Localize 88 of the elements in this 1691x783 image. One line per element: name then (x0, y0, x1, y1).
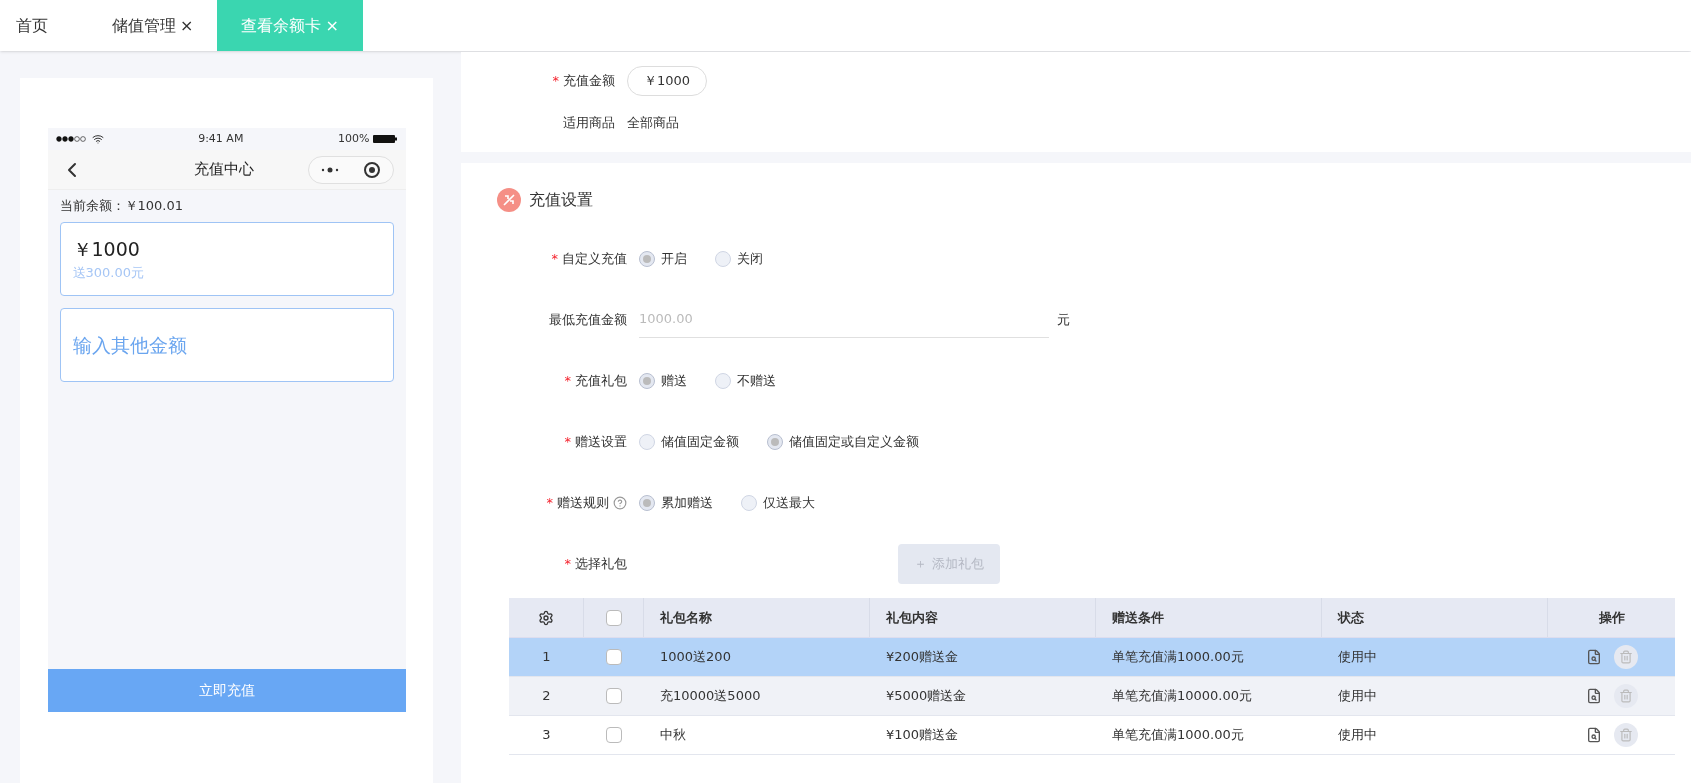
radio-label: 储值固定或自定义金额 (789, 432, 919, 451)
delete-button[interactable] (1613, 684, 1638, 708)
row-checkbox[interactable] (606, 649, 622, 665)
custom-amount-field[interactable]: 输入其他金额 (59, 307, 394, 382)
field-label: 充值金额 (563, 72, 615, 91)
tab[interactable]: 首页 (0, 0, 88, 51)
field-label: 选择礼包 (575, 554, 627, 573)
column-header: 操作 (1597, 608, 1626, 627)
radio-button[interactable] (639, 494, 655, 511)
signal-icon (55, 136, 86, 142)
column-header: 礼包名称 (644, 598, 870, 637)
required-mark: * (546, 493, 553, 512)
section-title: 充值设置 (529, 189, 593, 211)
required-mark: * (552, 72, 559, 91)
field-label: 赠送规则 (557, 493, 609, 512)
table-cell-text: 单笔充值满1000.00元 (1111, 648, 1245, 667)
radio-button[interactable] (639, 372, 655, 389)
field-label: 自定义充值 (562, 249, 627, 268)
amount-option[interactable]: ￥1000 送300.00元 (59, 221, 394, 296)
table-cell-text: 单笔充值满1000.00元 (1111, 726, 1245, 745)
balance-text: 当前余额：￥100.01 (59, 197, 184, 215)
column-header: 赠送条件 (1096, 598, 1322, 637)
unit-label: 元 (1057, 310, 1070, 329)
tab[interactable]: 储值管理 × (88, 0, 218, 51)
row-index: 1 (541, 648, 552, 667)
battery-icon (373, 135, 398, 143)
table-cell-text: 单笔充值满10000.00元 (1111, 687, 1254, 706)
select-all-checkbox[interactable] (605, 609, 622, 626)
view-icon[interactable] (1585, 649, 1602, 665)
table-cell-text: 使用中 (1337, 687, 1378, 706)
delete-button[interactable] (1613, 723, 1638, 747)
settings-icon[interactable] (538, 609, 554, 626)
table-cell-text: ¥200赠送金 (885, 648, 960, 667)
bonus-text: 送300.00元 (72, 264, 145, 282)
amount-field[interactable]: 1000.00 (639, 301, 1049, 338)
table-cell-text: 1000送200 (659, 648, 732, 667)
column-header: 礼包内容 (870, 598, 1096, 637)
radio-label: 开启 (661, 249, 687, 268)
view-icon[interactable] (1585, 727, 1602, 743)
required-mark: * (551, 249, 558, 268)
field-label: 最低充值金额 (549, 310, 627, 329)
radio-label: 仅送最大 (763, 493, 815, 512)
table-row[interactable]: 1 1000送200 ¥200赠送金 单笔充值满1000.00元 使用中 (509, 638, 1675, 677)
radio-button[interactable] (715, 250, 731, 267)
table-row[interactable]: 2 充10000送5000 ¥5000赠送金 单笔充值满10000.00元 使用中 (509, 677, 1675, 716)
radio-button[interactable] (741, 494, 757, 511)
battery-level: 100% (338, 130, 370, 147)
required-mark: * (564, 432, 571, 451)
trash-icon (1618, 650, 1633, 664)
capsule-menu[interactable] (307, 155, 394, 184)
radio-label: 累加赠送 (661, 493, 713, 512)
column-header: 状态 (1322, 598, 1548, 637)
table-cell-text: ¥100赠送金 (885, 726, 960, 745)
field-label: 充值礼包 (575, 371, 627, 390)
field-label: 赠送设置 (575, 432, 627, 451)
row-checkbox[interactable] (606, 688, 622, 704)
page-title: 充值中心 (193, 159, 254, 181)
trash-icon (1618, 728, 1633, 742)
row-checkbox[interactable] (606, 727, 622, 743)
field-value: 全部商品 (627, 114, 679, 133)
radio-button[interactable] (639, 433, 655, 450)
row-index: 2 (541, 687, 552, 706)
radio-label: 不赠送 (737, 371, 776, 390)
table-cell-text: 使用中 (1337, 648, 1378, 667)
table-cell-text: ¥5000赠送金 (885, 687, 968, 706)
help-icon[interactable] (613, 495, 627, 510)
more-icon[interactable] (320, 166, 339, 173)
radio-button[interactable] (715, 372, 731, 389)
required-mark: * (564, 554, 571, 573)
target-icon[interactable] (362, 160, 381, 179)
field-label: 适用商品 (563, 114, 615, 133)
view-icon[interactable] (1585, 688, 1602, 704)
table-cell-text: 中秋 (659, 726, 687, 745)
radio-button[interactable] (639, 250, 655, 267)
close-icon[interactable]: × (180, 13, 194, 38)
row-index: 3 (541, 726, 552, 745)
table-cell-text: 充10000送5000 (659, 687, 762, 706)
radio-label: 储值固定金额 (661, 432, 739, 451)
wifi-icon (91, 133, 104, 145)
radio-button[interactable] (767, 433, 783, 450)
amount-value: ￥1000 (72, 236, 141, 262)
radio-label: 赠送 (661, 371, 687, 390)
delete-button[interactable] (1613, 645, 1638, 669)
radio-label: 关闭 (737, 249, 763, 268)
table-cell-text: 使用中 (1337, 726, 1378, 745)
required-mark: * (564, 371, 571, 390)
trash-icon (1618, 689, 1633, 703)
status-time: 9:41 AM (198, 130, 244, 147)
